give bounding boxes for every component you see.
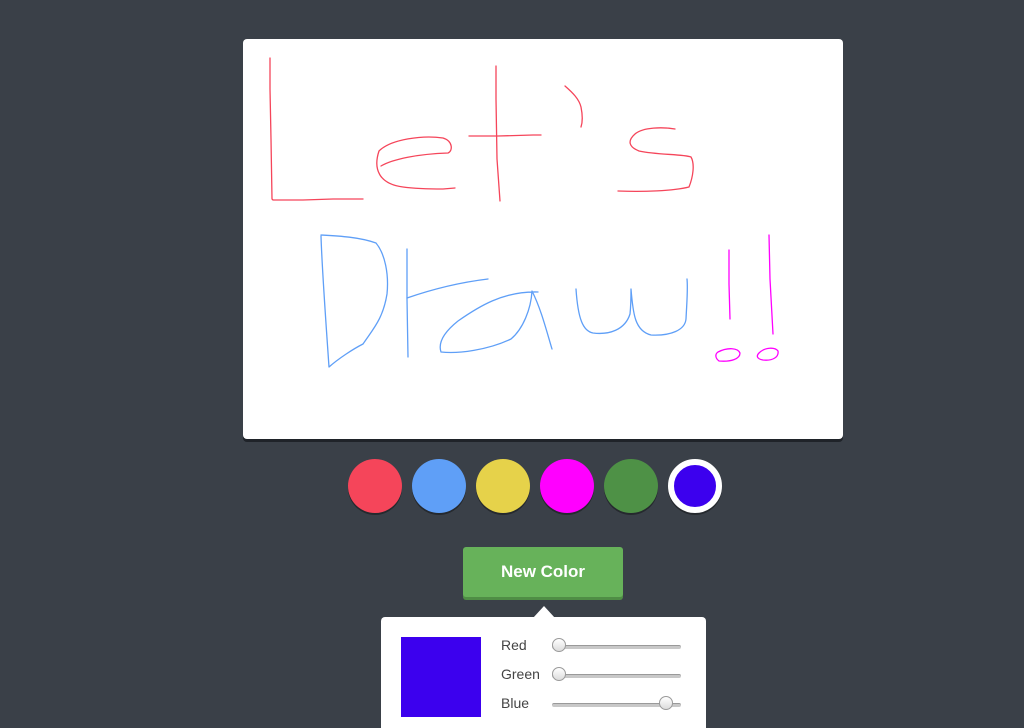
color-swatch-indigo-selected[interactable] — [668, 459, 722, 513]
blue-slider-label: Blue — [501, 695, 530, 711]
blue-slider-thumb[interactable] — [659, 696, 674, 710]
draw-strokes — [320, 234, 689, 368]
color-picker-popover: Red Green Blue — [381, 617, 706, 728]
green-slider-track[interactable] — [552, 674, 681, 678]
drawing-canvas[interactable] — [243, 39, 843, 439]
green-slider-label: Green — [501, 666, 540, 682]
lets-strokes — [269, 57, 694, 202]
color-swatch-blue[interactable] — [412, 459, 466, 513]
blue-slider-row: Blue — [501, 694, 691, 714]
app-stage: New Color Red Green Blue — [0, 0, 1024, 728]
color-swatch-red[interactable] — [348, 459, 402, 513]
red-slider-thumb[interactable] — [552, 638, 566, 652]
color-swatch-green[interactable] — [604, 459, 658, 513]
red-slider-row: Red — [501, 636, 691, 656]
green-slider-row: Green — [501, 665, 691, 685]
color-swatch-magenta[interactable] — [540, 459, 594, 513]
exclamation-strokes — [715, 234, 779, 362]
drawing-strokes — [269, 57, 779, 368]
red-slider-track[interactable] — [552, 645, 681, 649]
color-swatch-yellow[interactable] — [476, 459, 530, 513]
red-slider-label: Red — [501, 637, 527, 653]
color-preview — [401, 637, 481, 717]
new-color-button[interactable]: New Color — [463, 547, 623, 597]
color-palette — [348, 459, 748, 515]
green-slider-thumb[interactable] — [552, 667, 566, 681]
